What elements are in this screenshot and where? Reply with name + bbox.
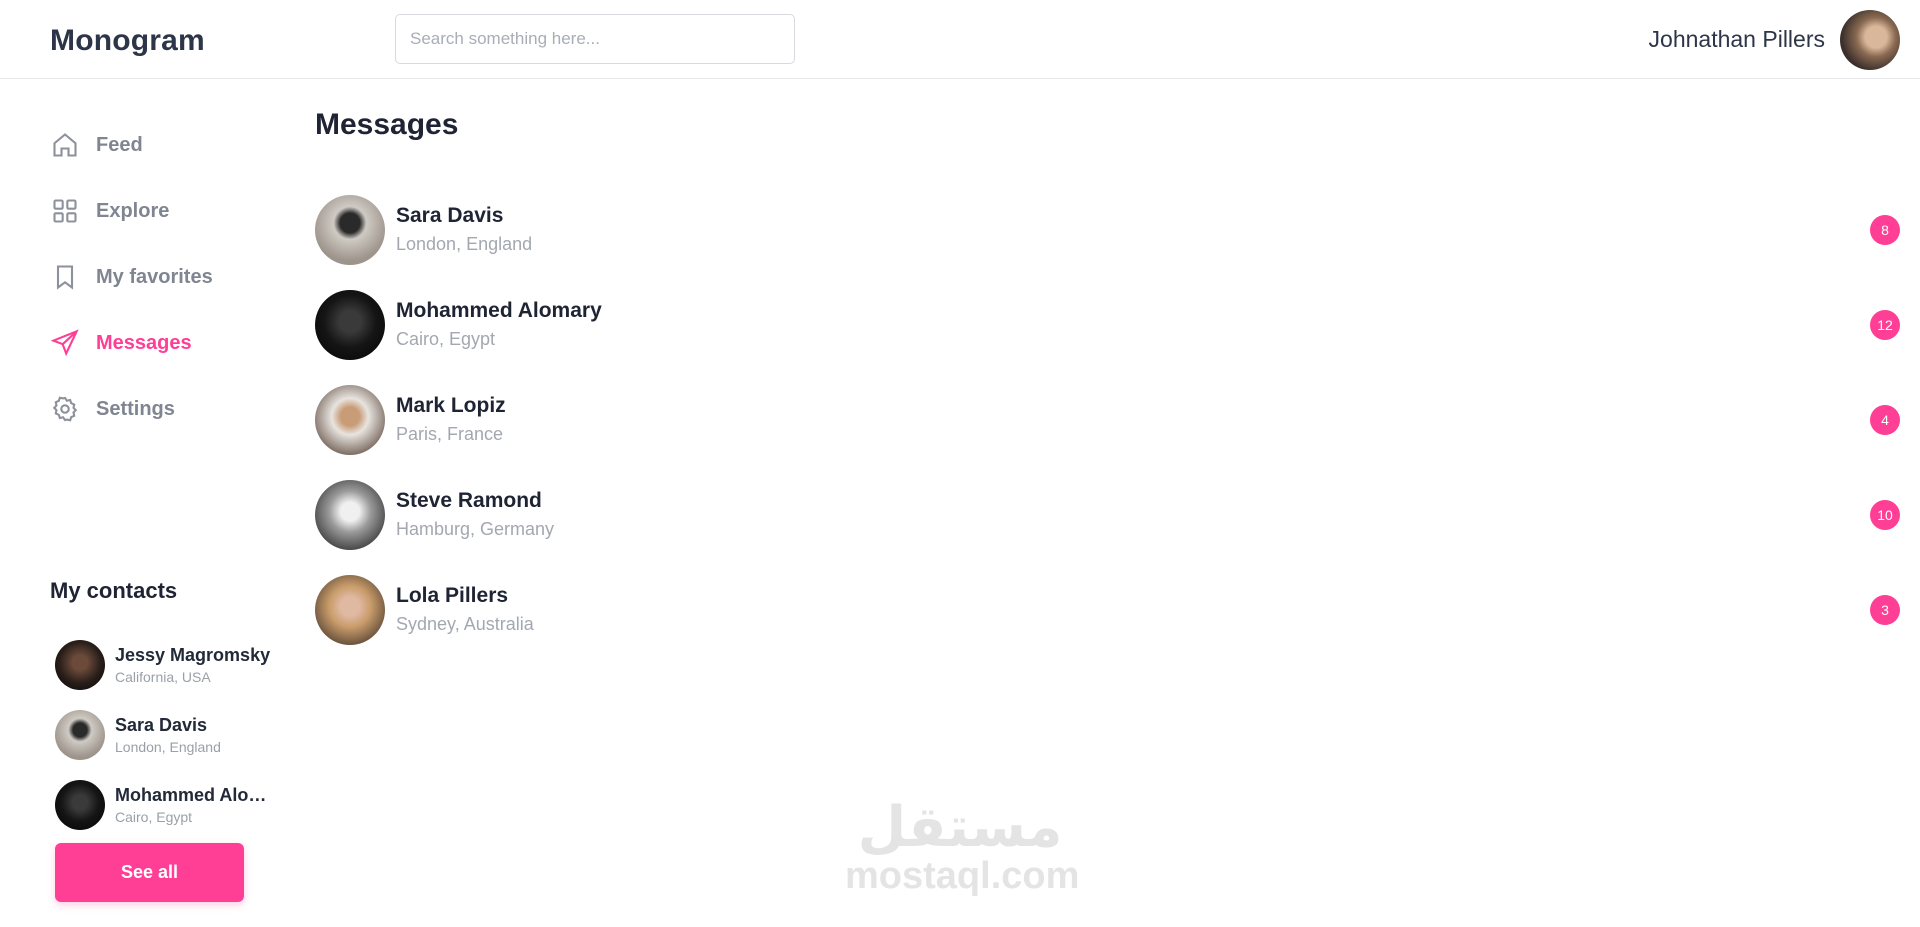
avatar xyxy=(315,289,385,360)
message-sender-location: Paris, France xyxy=(396,424,504,444)
watermark-arabic: مستقل xyxy=(857,795,1063,860)
avatar xyxy=(55,710,105,760)
message-row[interactable]: Lola Pillers Sydney, Australia 3 xyxy=(315,562,1900,657)
avatar xyxy=(55,780,105,830)
brand-logo[interactable]: Monogram xyxy=(50,24,205,58)
gear-icon xyxy=(50,394,80,424)
search-input[interactable] xyxy=(395,14,795,64)
avatar xyxy=(315,479,385,550)
message-row[interactable]: Sara Davis London, England 8 xyxy=(315,182,1900,277)
unread-count-badge: 4 xyxy=(1870,404,1900,435)
unread-count-badge: 3 xyxy=(1870,594,1900,625)
page-title: Messages xyxy=(315,108,459,141)
send-icon xyxy=(50,328,80,358)
avatar xyxy=(55,640,105,690)
contact-location: Cairo, Egypt xyxy=(115,809,193,825)
sidebar-item-explore[interactable]: Explore xyxy=(50,178,280,244)
messages-list: Sara Davis London, England 8 Mohammed Al… xyxy=(315,182,1900,657)
message-sender-location: Sydney, Australia xyxy=(396,614,534,634)
contact-item[interactable]: Sara Davis London, England xyxy=(55,700,285,770)
avatar xyxy=(315,574,385,645)
contact-name: Sara Davis xyxy=(115,715,208,735)
message-row[interactable]: Steve Ramond Hamburg, Germany 10 xyxy=(315,467,1900,562)
message-sender-name: Steve Ramond xyxy=(396,489,542,512)
message-sender-name: Mohammed Alomary xyxy=(396,299,602,322)
sidebar-item-label: Feed xyxy=(96,133,143,156)
unread-count-badge: 12 xyxy=(1870,309,1900,340)
avatar xyxy=(315,384,385,455)
unread-count-badge: 8 xyxy=(1870,214,1900,245)
bookmark-icon xyxy=(50,262,80,292)
contact-item[interactable]: Mohammed Alomary Cairo, Egypt xyxy=(55,770,285,840)
sidebar-item-label: Explore xyxy=(96,199,170,222)
see-all-button[interactable]: See all xyxy=(55,843,244,902)
sidebar-item-messages[interactable]: Messages xyxy=(50,310,280,376)
contact-location: California, USA xyxy=(115,669,211,685)
message-sender-name: Mark Lopiz xyxy=(396,394,506,417)
sidebar-item-label: My favorites xyxy=(96,265,213,288)
message-sender-location: Hamburg, Germany xyxy=(396,519,555,539)
sidebar-item-label: Settings xyxy=(96,397,175,420)
message-sender-location: Cairo, Egypt xyxy=(396,329,496,349)
message-sender-location: London, England xyxy=(396,234,533,254)
user-name[interactable]: Johnathan Pillers xyxy=(1649,26,1825,53)
contact-name: Mohammed Alomary xyxy=(115,785,280,805)
message-sender-name: Lola Pillers xyxy=(396,584,509,607)
contact-item[interactable]: Jessy Magromsky California, USA xyxy=(55,630,285,700)
message-row[interactable]: Mark Lopiz Paris, France 4 xyxy=(315,372,1900,467)
user-avatar[interactable] xyxy=(1840,10,1900,70)
sidebar-item-settings[interactable]: Settings xyxy=(50,376,280,442)
avatar xyxy=(315,194,385,265)
contacts-title: My contacts xyxy=(50,578,178,603)
grid-icon xyxy=(50,196,80,226)
unread-count-badge: 10 xyxy=(1870,499,1900,530)
contact-location: London, England xyxy=(115,739,221,755)
watermark-latin: mostaql.com xyxy=(845,855,1080,897)
contacts-list: Jessy Magromsky California, USA Sara Dav… xyxy=(55,630,285,840)
sidebar-item-feed[interactable]: Feed xyxy=(50,112,280,178)
sidebar-item-label: Messages xyxy=(96,331,192,354)
contact-name: Jessy Magromsky xyxy=(115,645,271,665)
sidebar-item-favorites[interactable]: My favorites xyxy=(50,244,280,310)
top-header: Monogram Johnathan Pillers xyxy=(0,0,1920,79)
home-icon xyxy=(50,130,80,160)
message-sender-name: Sara Davis xyxy=(396,204,504,227)
sidebar-nav: Feed Explore My favorites Messages Setti… xyxy=(50,112,280,442)
watermark: مستقل mostaql.com xyxy=(845,795,1080,897)
message-row[interactable]: Mohammed Alomary Cairo, Egypt 12 xyxy=(315,277,1900,372)
